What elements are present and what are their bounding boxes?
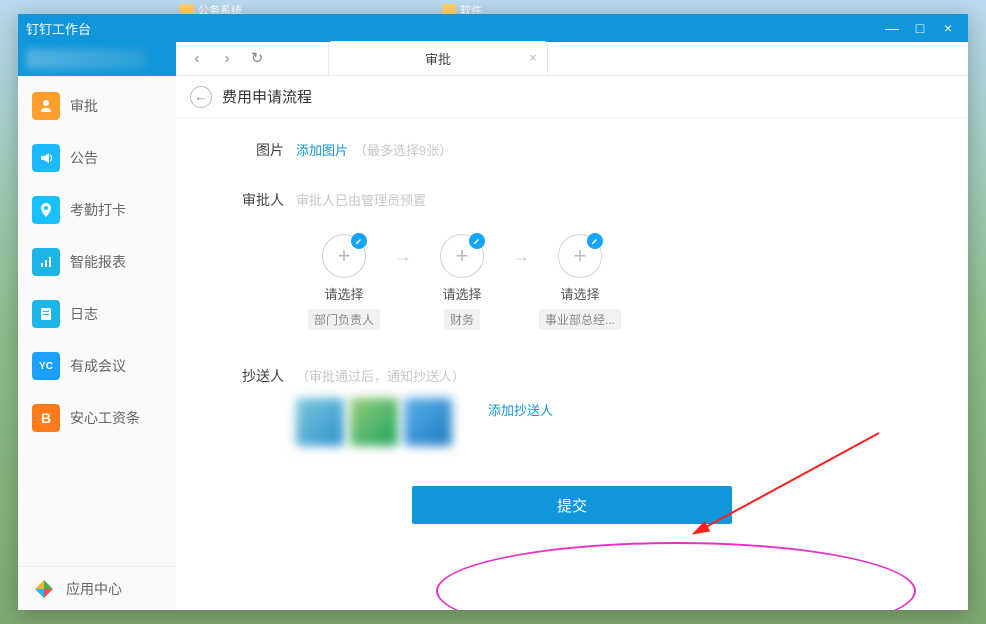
tab-bar: ‹ › ↻ 审批 × xyxy=(176,42,968,76)
app-center[interactable]: 应用中心 xyxy=(18,566,176,610)
document-icon xyxy=(32,300,60,328)
horn-icon xyxy=(32,144,60,172)
window-minimize[interactable]: — xyxy=(880,18,904,38)
approval-icon xyxy=(32,92,60,120)
sidebar-item-announce[interactable]: 公告 xyxy=(18,132,176,184)
image-note: （最多选择9张） xyxy=(354,140,452,159)
page-header: ← 费用申请流程 xyxy=(176,76,968,118)
sidebar-item-approval[interactable]: 审批 xyxy=(18,80,176,132)
location-icon xyxy=(32,196,60,224)
edit-icon xyxy=(587,233,603,249)
appcenter-icon xyxy=(32,577,56,601)
window-maximize[interactable]: □ xyxy=(908,18,932,38)
app-window: 钉钉工作台 — □ × 审批 公告 考勤打卡 xyxy=(18,14,968,610)
approver-node[interactable]: + 请选择 部门负责人 xyxy=(300,234,388,330)
chart-icon xyxy=(32,248,60,276)
row-image: 图片 添加图片 （最多选择9张） xyxy=(216,138,928,160)
add-approver-icon[interactable]: + xyxy=(558,234,602,278)
cc-avatars xyxy=(296,398,452,446)
sidebar-item-payroll[interactable]: B 安心工资条 xyxy=(18,392,176,444)
profile-area[interactable] xyxy=(18,42,176,76)
form-area: 图片 添加图片 （最多选择9张） 审批人 审批人已由管理员预置 xyxy=(176,118,968,610)
approver-node[interactable]: + 请选择 事业部总经... xyxy=(536,234,624,330)
edit-icon xyxy=(351,233,367,249)
tab-close-icon[interactable]: × xyxy=(529,50,537,65)
page-title: 费用申请流程 xyxy=(222,86,312,107)
avatar[interactable] xyxy=(296,398,344,446)
approver-hint: 审批人已由管理员预置 xyxy=(296,190,426,209)
nav-refresh[interactable]: ↻ xyxy=(244,47,270,69)
sidebar: 审批 公告 考勤打卡 智能报表 日志 xyxy=(18,42,176,610)
label-image: 图片 xyxy=(216,138,296,160)
tab-approval[interactable]: 审批 × xyxy=(328,41,548,75)
approver-flow: + 请选择 部门负责人 → + 请选择 财务 → xyxy=(300,234,624,330)
title-bar: 钉钉工作台 — □ × xyxy=(18,14,968,42)
annotation-ellipse xyxy=(436,542,916,610)
yc-icon: YC xyxy=(32,352,60,380)
label-cc: 抄送人 xyxy=(216,364,296,386)
sidebar-item-report[interactable]: 智能报表 xyxy=(18,236,176,288)
cc-note: （审批通过后，通知抄送人） xyxy=(296,366,465,385)
sidebar-item-attendance[interactable]: 考勤打卡 xyxy=(18,184,176,236)
row-cc: 抄送人 （审批通过后，通知抄送人） xyxy=(216,364,928,386)
add-approver-icon[interactable]: + xyxy=(440,234,484,278)
edit-icon xyxy=(469,233,485,249)
payroll-icon: B xyxy=(32,404,60,432)
submit-button[interactable]: 提交 xyxy=(412,486,732,524)
avatar[interactable] xyxy=(350,398,398,446)
nav-forward[interactable]: › xyxy=(214,47,240,69)
nav-back[interactable]: ‹ xyxy=(184,47,210,69)
main-area: ‹ › ↻ 审批 × ← 费用申请流程 图片 添加图片 （最多选 xyxy=(176,42,968,610)
avatar[interactable] xyxy=(404,398,452,446)
window-title: 钉钉工作台 xyxy=(26,19,880,38)
sidebar-item-meeting[interactable]: YC 有成会议 xyxy=(18,340,176,392)
approver-node[interactable]: + 请选择 财务 xyxy=(418,234,506,330)
label-approver: 审批人 xyxy=(216,188,296,210)
sidebar-item-log[interactable]: 日志 xyxy=(18,288,176,340)
window-close[interactable]: × xyxy=(936,18,960,38)
back-button[interactable]: ← xyxy=(190,86,212,108)
add-cc-link[interactable]: 添加抄送人 xyxy=(488,398,553,419)
arrow-icon: → xyxy=(512,234,530,267)
row-approver: 审批人 审批人已由管理员预置 xyxy=(216,188,928,210)
arrow-icon: → xyxy=(394,234,412,267)
add-image-link[interactable]: 添加图片 xyxy=(296,140,348,159)
add-approver-icon[interactable]: + xyxy=(322,234,366,278)
